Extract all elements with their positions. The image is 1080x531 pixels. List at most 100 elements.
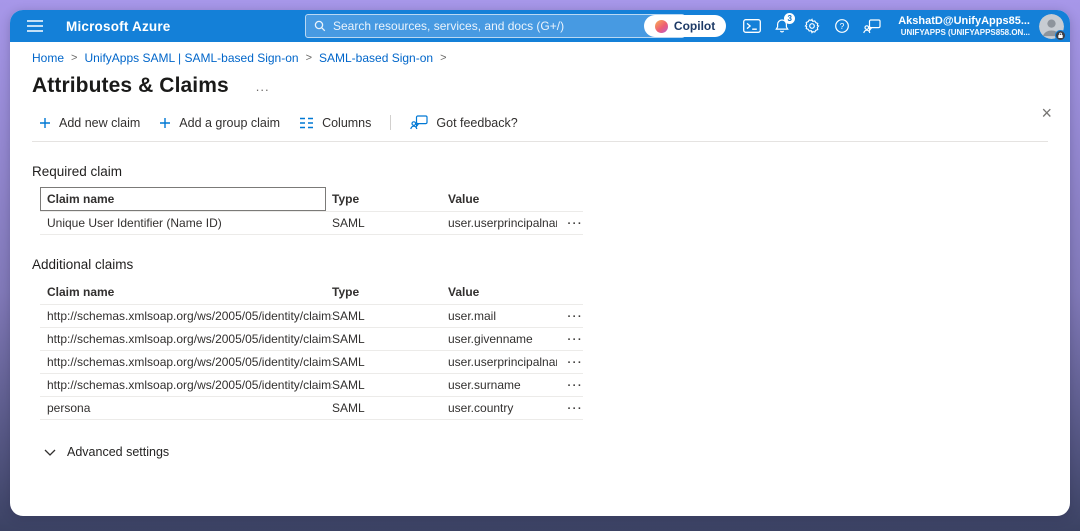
toolbar-rule xyxy=(32,141,1048,142)
value-header: Value xyxy=(448,192,557,206)
claim-type-cell: SAML xyxy=(332,401,448,415)
advanced-settings-toggle[interactable]: Advanced settings xyxy=(44,445,1048,459)
notification-count-badge: 3 xyxy=(784,13,795,24)
got-feedback-button[interactable]: Got feedback? xyxy=(410,115,517,130)
breadcrumb-saml-signon[interactable]: SAML-based Sign-on xyxy=(319,51,433,65)
table-row[interactable]: http://schemas.xmlsoap.org/ws/2005/05/id… xyxy=(40,374,583,397)
plus-icon xyxy=(39,117,51,129)
help-button[interactable]: ? xyxy=(828,12,856,40)
topbar-right-cluster: Copilot 3 ? AkshatD@UnifyApps85... UNIFY… xyxy=(644,10,1064,42)
add-group-claim-button[interactable]: Add a group claim xyxy=(159,116,280,130)
columns-button[interactable]: Columns xyxy=(299,116,371,130)
claim-value-cell: user.userprincipalname xyxy=(448,355,557,369)
settings-button[interactable] xyxy=(798,12,826,40)
row-more-icon[interactable]: ··· xyxy=(568,218,584,230)
claim-value-cell: user.userprincipalname [... xyxy=(448,216,557,230)
claim-value-cell: user.surname xyxy=(448,378,557,392)
claim-name-header: Claim name xyxy=(40,285,332,299)
search-input[interactable] xyxy=(333,19,676,33)
azure-portal-window: Microsoft Azure Copilot 3 ? xyxy=(10,10,1070,516)
got-feedback-label: Got feedback? xyxy=(436,116,517,130)
additional-claims-header-row: Claim name Type Value xyxy=(40,280,583,305)
help-icon: ? xyxy=(834,18,850,34)
table-row[interactable]: http://schemas.xmlsoap.org/ws/2005/05/id… xyxy=(40,305,583,328)
global-search[interactable] xyxy=(305,14,685,38)
row-more-icon[interactable]: ··· xyxy=(568,380,584,392)
cloud-shell-icon xyxy=(743,19,761,33)
feedback-button[interactable] xyxy=(858,12,886,40)
claim-name-header-cell[interactable]: Claim name xyxy=(40,187,332,211)
avatar[interactable] xyxy=(1039,14,1064,39)
search-icon xyxy=(314,20,326,32)
hamburger-icon xyxy=(27,20,43,32)
additional-claims-table: Claim name Type Value http://schemas.xml… xyxy=(40,280,583,420)
columns-icon xyxy=(299,117,314,129)
required-claim-table: Claim name Type Value Unique User Identi… xyxy=(40,187,583,235)
claim-value-cell: user.country xyxy=(448,401,557,415)
claim-name-cell: http://schemas.xmlsoap.org/ws/2005/05/id… xyxy=(40,332,332,346)
type-header: Type xyxy=(332,192,448,206)
value-header: Value xyxy=(448,285,557,299)
account-menu[interactable]: AkshatD@UnifyApps85... UNIFYAPPS (UNIFYA… xyxy=(898,15,1030,38)
additional-claims-heading: Additional claims xyxy=(32,257,1048,272)
claim-name-cell: persona xyxy=(40,401,332,415)
feedback-icon xyxy=(863,19,881,34)
table-row[interactable]: http://schemas.xmlsoap.org/ws/2005/05/id… xyxy=(40,328,583,351)
claim-value-cell: user.mail xyxy=(448,309,557,323)
title-overflow-icon[interactable]: ... xyxy=(256,79,270,94)
add-group-claim-label: Add a group claim xyxy=(179,116,280,130)
toolbar-divider xyxy=(390,115,391,130)
brand-title[interactable]: Microsoft Azure xyxy=(66,19,171,34)
page-title: Attributes & Claims xyxy=(32,74,229,98)
breadcrumb-app[interactable]: UnifyApps SAML | SAML-based Sign-on xyxy=(84,51,298,65)
table-row[interactable]: Unique User Identifier (Name ID) SAML us… xyxy=(40,212,583,235)
claim-type-cell: SAML xyxy=(332,332,448,346)
claim-type-cell: SAML xyxy=(332,216,448,230)
type-header: Type xyxy=(332,285,448,299)
claim-name-cell: Unique User Identifier (Name ID) xyxy=(40,216,332,230)
table-row[interactable]: http://schemas.xmlsoap.org/ws/2005/05/id… xyxy=(40,351,583,374)
top-bar: Microsoft Azure Copilot 3 ? xyxy=(10,10,1070,42)
add-new-claim-label: Add new claim xyxy=(59,116,140,130)
hamburger-menu-button[interactable] xyxy=(18,10,52,42)
claim-name-header: Claim name xyxy=(47,192,114,206)
row-more-icon[interactable]: ··· xyxy=(568,311,584,323)
close-blade-button[interactable]: × xyxy=(1037,100,1056,126)
breadcrumb-home[interactable]: Home xyxy=(32,51,64,65)
claim-name-cell: http://schemas.xmlsoap.org/ws/2005/05/id… xyxy=(40,355,332,369)
row-more-icon[interactable]: ··· xyxy=(568,357,584,369)
required-claim-heading: Required claim xyxy=(32,164,1048,179)
copilot-label: Copilot xyxy=(674,19,715,33)
claim-name-cell: http://schemas.xmlsoap.org/ws/2005/05/id… xyxy=(40,309,332,323)
table-row[interactable]: persona SAML user.country ··· xyxy=(40,397,583,420)
claim-type-cell: SAML xyxy=(332,378,448,392)
required-claim-header-row: Claim name Type Value xyxy=(40,187,583,212)
add-new-claim-button[interactable]: Add new claim xyxy=(39,116,140,130)
breadcrumb-separator: > xyxy=(306,52,312,64)
lock-icon xyxy=(1055,30,1066,41)
account-name: AkshatD@UnifyApps85... xyxy=(898,15,1030,28)
breadcrumb: Home > UnifyApps SAML | SAML-based Sign-… xyxy=(32,42,1048,65)
advanced-settings-label: Advanced settings xyxy=(67,445,169,459)
copilot-icon xyxy=(655,20,668,33)
title-row: Attributes & Claims ... xyxy=(32,74,1048,98)
copilot-button[interactable]: Copilot xyxy=(644,15,726,37)
command-bar: Add new claim Add a group claim Columns … xyxy=(32,115,1048,130)
row-more-icon[interactable]: ··· xyxy=(568,403,584,415)
breadcrumb-separator: > xyxy=(440,52,446,64)
notifications-button[interactable]: 3 xyxy=(768,12,796,40)
columns-label: Columns xyxy=(322,116,371,130)
chevron-down-icon xyxy=(44,449,56,456)
feedback-icon xyxy=(410,115,428,130)
claim-type-cell: SAML xyxy=(332,309,448,323)
plus-icon xyxy=(159,117,171,129)
cloud-shell-button[interactable] xyxy=(738,12,766,40)
gear-icon xyxy=(804,18,820,34)
account-tenant: UNIFYAPPS (UNIFYAPPS858.ON... xyxy=(898,28,1030,38)
row-more-icon[interactable]: ··· xyxy=(568,334,584,346)
claim-name-cell: http://schemas.xmlsoap.org/ws/2005/05/id… xyxy=(40,378,332,392)
claim-type-cell: SAML xyxy=(332,355,448,369)
claim-value-cell: user.givenname xyxy=(448,332,557,346)
blade-content: Home > UnifyApps SAML | SAML-based Sign-… xyxy=(10,42,1070,459)
breadcrumb-separator: > xyxy=(71,52,77,64)
